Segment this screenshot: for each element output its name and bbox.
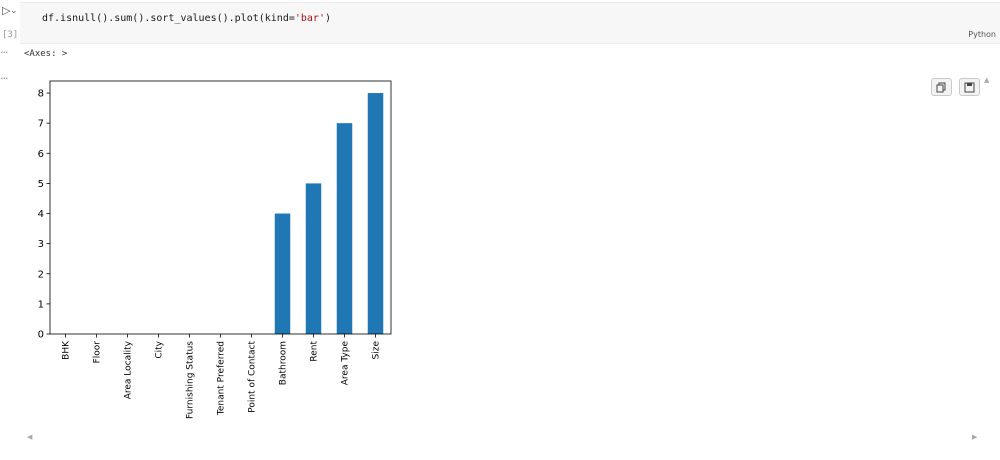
language-label[interactable]: Python <box>968 30 996 39</box>
chevron-down-icon[interactable]: ⌄ <box>10 6 18 16</box>
y-tick-label: 2 <box>38 269 44 280</box>
output-more-icon[interactable]: ··· <box>0 46 8 59</box>
copy-button[interactable] <box>931 78 952 96</box>
bar-10 <box>367 93 384 334</box>
copy-icon <box>936 82 946 93</box>
code-text: df.isnull().sum().sort_values().plot(kin… <box>42 13 295 24</box>
x-tick-label: Point of Contact <box>248 341 258 413</box>
x-tick-label: BHK <box>62 340 72 360</box>
x-tick-label: Bathroom <box>279 341 289 385</box>
y-tick-label: 0 <box>38 330 44 341</box>
y-tick-label: 8 <box>38 89 44 100</box>
output-repr-text: <Axes: > <box>24 49 68 59</box>
y-tick-label: 7 <box>38 119 44 130</box>
bar-9 <box>336 123 353 334</box>
bar-7 <box>274 213 291 334</box>
bar-chart: 0 1 2 3 4 5 6 7 8 BHK Floor Area Locality City Furnis… <box>38 80 392 419</box>
x-tick-label: Rent <box>310 341 320 362</box>
y-tick-label: 5 <box>38 179 44 190</box>
scroll-right-arrow[interactable]: ▶ <box>972 433 977 441</box>
code-text-end: ) <box>324 13 332 24</box>
code-line[interactable]: df.isnull().sum().sort_values().plot(kin… <box>42 13 331 24</box>
bar-8 <box>305 183 322 334</box>
x-tick-label: Area Type <box>341 341 351 386</box>
y-tick-label: 4 <box>38 209 44 220</box>
x-tick-label: Furnishing Status <box>186 341 196 419</box>
x-tick-label: Size <box>372 341 382 360</box>
save-icon <box>964 82 975 93</box>
y-tick-label: 6 <box>38 149 44 160</box>
y-tick-label: 3 <box>38 239 44 250</box>
x-tick-label: City <box>155 340 165 358</box>
code-cell[interactable]: df.isnull().sum().sort_values().plot(kin… <box>20 2 1000 44</box>
execution-count: [3] <box>2 30 19 40</box>
y-tick-label: 1 <box>38 299 44 310</box>
output-toolbar <box>930 78 980 96</box>
scroll-left-arrow[interactable]: ◀ <box>27 433 32 441</box>
scroll-up-arrow[interactable]: ▲ <box>984 76 989 84</box>
code-string: 'bar' <box>294 13 325 24</box>
x-tick-label: Tenant Preferred <box>217 341 227 416</box>
x-tick-label: Floor <box>93 341 103 364</box>
save-button[interactable] <box>959 78 980 96</box>
x-tick-label: Area Locality <box>124 340 134 399</box>
